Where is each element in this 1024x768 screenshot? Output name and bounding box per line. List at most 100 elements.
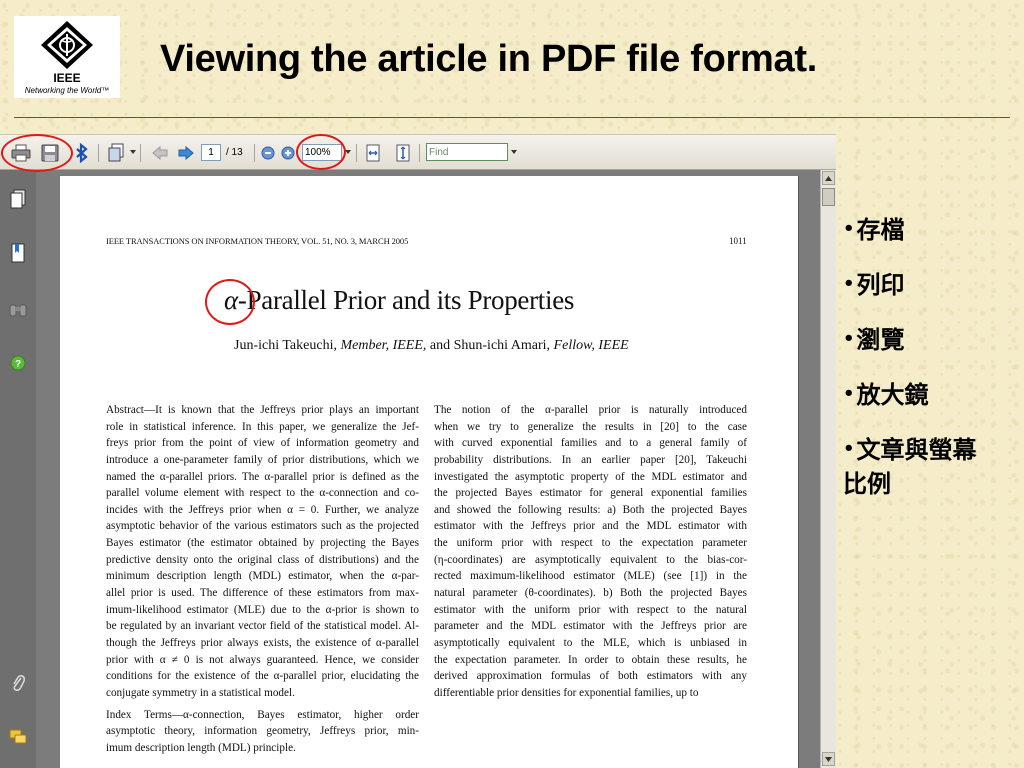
authors-connector: and Shun-ichi Amari, xyxy=(426,338,554,353)
arrow-left-icon xyxy=(152,145,168,161)
pdf-viewer-window: 1 / 13 100% Find ? IEEE TRANSACTIONS ON … xyxy=(0,134,836,768)
scroll-down-button[interactable] xyxy=(822,752,835,766)
previous-page-button[interactable] xyxy=(150,143,170,163)
navigation-sidebar: ? xyxy=(0,170,36,768)
text-line: the uniform prior with respect to the ex… xyxy=(434,537,747,550)
intro-text: The notion of the α-parallel prior is na… xyxy=(434,402,747,702)
chevron-down-icon xyxy=(825,756,832,762)
text-line: and showed the following results: a) Bot… xyxy=(434,503,747,516)
bullet-print: •列印 xyxy=(843,267,993,302)
text-line: conditions for the existence of the α-pa… xyxy=(106,670,419,683)
toolbar-separator xyxy=(98,144,99,162)
mail-sheets-icon xyxy=(108,143,124,162)
index-terms: Index Terms—α-connection, Bayes estimato… xyxy=(106,707,419,757)
pages-panel-button[interactable] xyxy=(8,188,28,210)
help-icon: ? xyxy=(10,355,26,371)
help-button[interactable]: ? xyxy=(8,352,28,374)
text-line: asymptotic theory, information geometry,… xyxy=(106,725,419,738)
bullet-page-screen-ratio: •文章與螢幕比例 xyxy=(843,432,993,501)
text-line: Index Terms—α-connection, Bayes estimato… xyxy=(106,708,419,721)
logo-tagline: Networking the World™ xyxy=(24,86,110,95)
pdf-toolbar: 1 / 13 100% Find xyxy=(0,134,836,170)
vertical-scrollbar[interactable] xyxy=(820,170,836,768)
text-line: estimator with the Jeffreys prior and th… xyxy=(434,520,747,533)
find-field[interactable]: Find xyxy=(426,143,508,161)
bullet-text: 存檔 xyxy=(856,215,905,244)
zoom-out-button[interactable] xyxy=(260,143,276,163)
text-line: be regulated by an invariant vector fiel… xyxy=(106,620,419,633)
text-line: predictive density onto the original cla… xyxy=(106,553,419,566)
scroll-up-button[interactable] xyxy=(822,171,835,185)
paper-title-text: -Parallel Prior and its Properties xyxy=(237,285,575,315)
text-line: The notion of the α-parallel prior is na… xyxy=(434,404,747,416)
toolbar-separator xyxy=(419,144,420,162)
slide-title: Viewing the article in PDF file format. xyxy=(160,38,817,80)
text-line: with curved exponential families and to … xyxy=(434,437,747,450)
author-a-role: Member, IEEE, xyxy=(340,338,427,353)
text-line: introduce a one-parameter family of prio… xyxy=(106,453,419,466)
annotation-ring-print-save xyxy=(1,134,73,172)
abstract-text: Abstract—It is known that the Jeffreys p… xyxy=(106,402,419,702)
text-line: allel prior is used. The difference of t… xyxy=(106,587,419,600)
bullet-magnifier: •放大鏡 xyxy=(843,377,993,412)
text-line: imum description length (MDL) principle. xyxy=(106,741,296,754)
text-line: parameter and the MDL estimator with the… xyxy=(434,620,747,633)
text-line: Abstract—It is known that the Jeffreys p… xyxy=(106,404,419,416)
text-line: estimator with the uniform prior with re… xyxy=(434,603,747,616)
fit-width-icon xyxy=(366,144,380,162)
bullet-dot: • xyxy=(843,218,855,239)
text-line: the projected Bayes estimator for genera… xyxy=(434,487,747,500)
bullet-dot: • xyxy=(843,273,855,294)
search-panel-button[interactable] xyxy=(8,298,28,320)
bullet-browse: •瀏覽 xyxy=(843,322,993,357)
text-line: derived approximation formulas of both e… xyxy=(434,670,747,683)
email-button[interactable] xyxy=(106,143,128,163)
title-divider xyxy=(14,117,1010,118)
email-dropdown-arrow[interactable] xyxy=(130,150,136,154)
text-line: the expectation parameter. In order to o… xyxy=(434,653,747,666)
fit-width-button[interactable] xyxy=(364,143,382,163)
text-line: when we try to generalize the results in… xyxy=(434,420,747,433)
text-line: natural parameter (θ-coordinates). b) Bo… xyxy=(434,587,747,600)
text-line: imum-likelihood estimator (MLE) due to t… xyxy=(106,603,419,616)
page-number-field[interactable]: 1 xyxy=(201,144,221,161)
pdf-page: IEEE TRANSACTIONS ON INFORMATION THEORY,… xyxy=(60,176,798,768)
text-line: named the α-parallel priors. The α-paral… xyxy=(106,470,419,483)
author-a: Jun-ichi Takeuchi, xyxy=(234,338,341,353)
next-page-button[interactable] xyxy=(176,143,196,163)
scroll-thumb[interactable] xyxy=(822,188,835,206)
comments-panel-button[interactable] xyxy=(8,726,28,748)
bookmark-icon xyxy=(11,243,25,263)
text-line: rected maximum-likelihood estimator (MLE… xyxy=(434,570,747,583)
chevron-up-icon xyxy=(825,175,832,181)
bullet-dot: • xyxy=(843,328,855,349)
toolbar-separator xyxy=(140,144,141,162)
bullet-text: 列印 xyxy=(856,270,905,299)
bullet-save: •存檔 xyxy=(843,212,993,247)
feature-bullet-list: •存檔 •列印 •瀏覽 •放大鏡 •文章與螢幕比例 xyxy=(843,212,993,521)
text-line: parallel volume element with respect to … xyxy=(106,487,419,500)
text-line: Bayes estimator (the estimator obtained … xyxy=(106,537,419,550)
text-line: asymptotic behavior of the various estim… xyxy=(106,520,419,533)
text-line: freys prior from the point of view of in… xyxy=(106,437,419,450)
attachments-panel-button[interactable] xyxy=(8,672,28,694)
annotation-ring-alpha xyxy=(205,279,255,325)
text-line: probability distributions. In an earlier… xyxy=(434,453,747,466)
fit-page-button[interactable] xyxy=(394,143,412,163)
bluetooth-icon xyxy=(76,143,88,163)
find-dropdown-arrow[interactable] xyxy=(511,150,517,154)
journal-header: IEEE TRANSACTIONS ON INFORMATION THEORY,… xyxy=(106,236,409,246)
paper-authors: Jun-ichi Takeuchi, Member, IEEE, and Shu… xyxy=(234,338,629,354)
bluetooth-send-button[interactable] xyxy=(72,143,92,163)
svg-text:?: ? xyxy=(15,359,21,370)
zoom-in-icon xyxy=(281,146,295,160)
zoom-in-button[interactable] xyxy=(280,143,296,163)
abstract-column: Abstract—It is known that the Jeffreys p… xyxy=(106,402,419,756)
bullet-dot: • xyxy=(843,438,855,459)
toolbar-separator xyxy=(254,144,255,162)
ieee-logo: IEEE Networking the World™ xyxy=(14,16,120,98)
text-line: (η-coordinates) are asymptotically equiv… xyxy=(434,553,747,566)
toolbar-separator xyxy=(356,144,357,162)
zoom-out-icon xyxy=(261,146,275,160)
bookmarks-panel-button[interactable] xyxy=(8,242,28,264)
